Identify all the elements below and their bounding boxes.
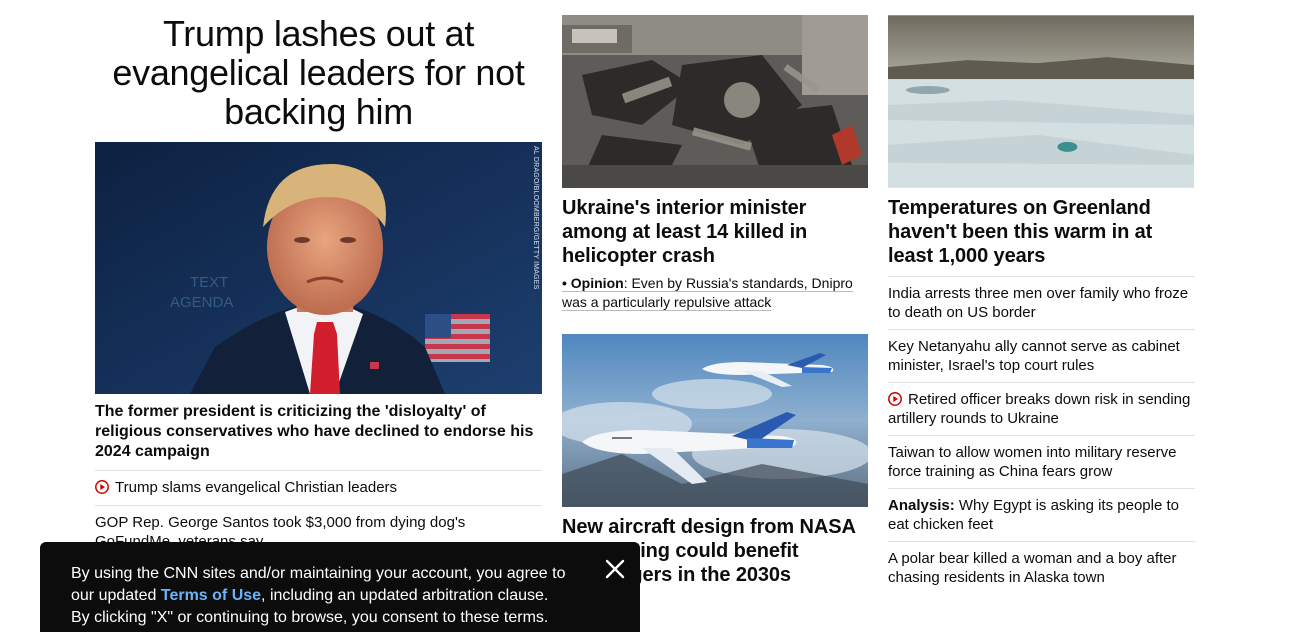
link-text: Key Netanyahu ally cannot serve as cabin…	[888, 338, 1180, 374]
story-greenland[interactable]: Temperatures on Greenland haven't been t…	[888, 15, 1195, 268]
list-item[interactable]: Analysis: Why Egypt is asking its people…	[888, 488, 1195, 541]
greenland-ice-image	[888, 15, 1194, 188]
link-text: Taiwan to allow women into military rese…	[888, 444, 1177, 480]
terms-of-use-link[interactable]: Terms of Use	[161, 587, 261, 604]
list-item[interactable]: Key Netanyahu ally cannot serve as cabin…	[888, 329, 1195, 382]
close-icon[interactable]	[604, 558, 626, 580]
link-text: A polar bear killed a woman and a boy af…	[888, 550, 1177, 586]
terms-text: By using the CNN sites and/or maintainin…	[71, 563, 591, 629]
aircraft-image	[562, 334, 868, 507]
analysis-label: Analysis:	[888, 497, 955, 514]
trump-photo: TEXT AGENDA	[95, 142, 542, 394]
play-video-icon	[888, 392, 902, 406]
list-item[interactable]: A polar bear killed a woman and a boy af…	[888, 541, 1195, 594]
story-helicopter[interactable]: Ukraine's interior minister among at lea…	[562, 15, 868, 312]
link-text: Trump slams evangelical Christian leader…	[115, 479, 398, 496]
list-item[interactable]: India arrests three men over family who …	[888, 276, 1195, 329]
image-credit: AL DRAGO/BLOOMBERG/GETTY IMAGES	[532, 146, 539, 290]
svg-text:TEXT: TEXT	[190, 274, 228, 291]
headline-list: India arrests three men over family who …	[888, 276, 1195, 594]
lead-story: Trump lashes out at evangelical leaders …	[95, 14, 542, 559]
list-item[interactable]: Taiwan to allow women into military rese…	[888, 435, 1195, 488]
link-text: Retired officer breaks down risk in send…	[888, 391, 1191, 427]
terms-banner: By using the CNN sites and/or maintainin…	[40, 542, 640, 632]
helicopter-wreck-image	[562, 15, 868, 188]
lead-image[interactable]: TEXT AGENDA AL DRAGO/BLOOMBERG/GETTY IMA…	[95, 142, 542, 394]
lead-subhead[interactable]: The former president is criticizing the …	[95, 402, 542, 462]
opinion-link[interactable]: • Opinion: Even by Russia's standards, D…	[562, 274, 868, 312]
link-text: India arrests three men over family who …	[888, 285, 1189, 321]
svg-text:AGENDA: AGENDA	[170, 294, 233, 311]
list-item[interactable]: Retired officer breaks down risk in send…	[888, 382, 1195, 435]
lead-link-video[interactable]: Trump slams evangelical Christian leader…	[95, 470, 542, 505]
middle-column: Ukraine's interior minister among at lea…	[562, 15, 868, 587]
story-title[interactable]: Ukraine's interior minister among at lea…	[562, 196, 868, 268]
lead-headline[interactable]: Trump lashes out at evangelical leaders …	[95, 14, 542, 131]
right-column: Temperatures on Greenland haven't been t…	[888, 15, 1195, 594]
story-title[interactable]: Temperatures on Greenland haven't been t…	[888, 196, 1195, 268]
terms-text-after: , including an updated arbitration claus…	[261, 587, 549, 604]
opinion-label: Opinion	[570, 275, 624, 291]
play-video-icon	[95, 480, 109, 494]
